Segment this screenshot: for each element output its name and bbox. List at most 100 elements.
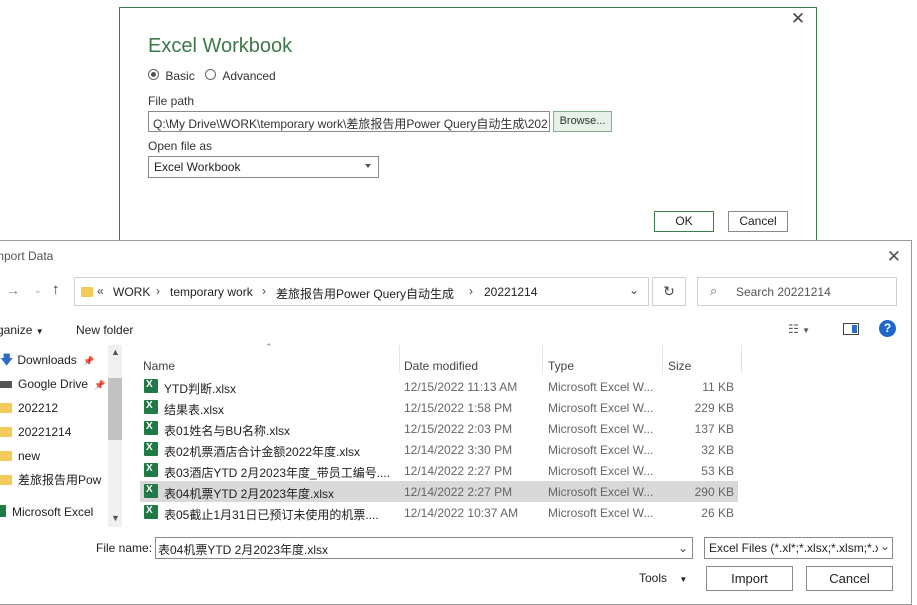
cancel-button[interactable]: Cancel [806,566,893,591]
file-type-cell: Microsoft Excel W... [548,380,654,394]
chevron-down-icon[interactable]: ⌄ [678,541,688,555]
open-as-select[interactable]: Excel Workbook [148,156,379,178]
address-bar[interactable]: « WORK › temporary work › 差旅报告用Power Que… [74,277,649,306]
excel-file-icon [144,463,158,477]
file-name-cell: 表01姓名与BU名称.xlsx [164,424,291,438]
close-icon[interactable]: ✕ [887,247,901,267]
file-row[interactable]: YTD判断.xlsx 12/15/2022 11:13 AM Microsoft E… [140,376,738,397]
tree-item-google-drive[interactable]: Google Drive 📌 [0,373,106,395]
browse-button[interactable]: Browse... [553,111,612,132]
file-date-cell: 12/14/2022 10:37 AM [404,506,519,520]
file-row[interactable]: 表04机票YTD 2月2023年度.xlsx 12/14/2022 2:27 PM… [140,481,738,502]
tree-item-label: 202212 [18,401,59,415]
column-header-size[interactable]: Size [668,359,691,373]
import-data-dialog: mport Data ✕ → ⌄ ↑ « WORK › temporary wo… [0,240,912,605]
dropdown-caret-icon: ▼ [679,575,688,584]
preview-pane-icon[interactable] [843,323,859,335]
folder-icon [0,427,12,437]
breadcrumb-item-temporary-work[interactable]: temporary work [170,285,253,299]
breadcrumb-item-report-folder[interactable]: 差旅报告用Power Query自动生成 [276,285,454,302]
breadcrumb-overflow[interactable]: « [97,284,104,298]
tree-item-20221214[interactable]: 20221214 [0,421,71,443]
breadcrumb-item-work[interactable]: WORK [113,285,150,299]
scrollbar-thumb[interactable] [108,378,122,440]
tools-menu[interactable]: Tools ▼ [639,571,687,585]
radio-selected-icon[interactable] [148,69,159,80]
tree-item-report-folder[interactable]: 差旅报告用Pow [0,469,101,491]
file-date-cell: 12/15/2022 11:13 AM [404,380,518,394]
tools-label: Tools [639,571,668,585]
excel-file-icon [144,505,158,519]
close-icon[interactable]: ✕ [790,10,806,27]
file-size-cell: 26 KB [701,506,734,520]
tree-item-new[interactable]: new [0,445,40,467]
column-divider[interactable] [542,345,543,373]
mode-basic-radio[interactable]: Basic [148,69,195,83]
tree-item-202212[interactable]: 202212 [0,397,58,419]
tree-item-downloads[interactable]: 🡇 Downloads 📌 [0,349,94,371]
file-row[interactable]: 结果表.xlsx 12/15/2022 1:58 PM Microsoft Exce… [140,397,738,418]
ok-button[interactable]: OK [654,211,714,232]
file-row[interactable]: 表03酒店YTD 2月2023年度_带员工编号.... 12/14/2022 2:… [140,460,738,481]
file-size-cell: 53 KB [701,464,734,478]
chevron-down-icon[interactable]: ⌄ [878,539,893,553]
new-folder-button[interactable]: New folder [76,323,133,337]
file-size-cell: 137 KB [694,422,734,436]
organize-menu[interactable]: ganize ▼ [0,323,44,337]
file-row[interactable]: 表02机票酒店合计金额2022年度.xlsx 12/14/2022 3:30 PM… [140,439,738,460]
column-divider[interactable] [399,345,400,373]
mode-basic-label: Basic [165,69,195,83]
up-arrow-icon[interactable]: ↑ [52,281,60,298]
scroll-up-icon[interactable]: ▲ [111,347,120,357]
radio-unselected-icon[interactable] [205,69,216,80]
file-type-cell: Microsoft Excel W... [548,464,654,478]
tree-item-label: new [18,449,41,463]
breadcrumb-item-current[interactable]: 20221214 [484,285,537,299]
file-name-cell: 表04机票YTD 2月2023年度.xlsx [164,487,335,501]
file-row[interactable]: 表05截止1月31日已预订未使用的机票.... 12/14/2022 10:37 … [140,502,738,523]
tree-item-label: Google Drive [18,377,89,391]
file-name-cell: 表02机票酒店合计金额2022年度.xlsx [164,445,361,459]
column-header-name[interactable]: Name [143,359,175,373]
view-options-icon[interactable]: ☷ ▼ [788,322,810,336]
cancel-button[interactable]: Cancel [728,211,788,232]
column-divider[interactable] [662,345,663,373]
file-path-input[interactable]: Q:\My Drive\WORK\temporary work\差旅报告用Pow… [148,111,550,132]
chevron-down-icon[interactable]: ⌄ [629,283,639,297]
search-placeholder: Search 20221214 [736,285,831,299]
navigation-pane: 🡇 Downloads 📌 Google Drive 📌 202212 20221… [0,345,107,527]
file-row[interactable]: 表01姓名与BU名称.xlsx 12/15/2022 2:03 PM Microso… [140,418,738,439]
file-date-cell: 12/14/2022 2:27 PM [404,485,513,499]
file-name-input[interactable]: 表04机票YTD 2月2023年度.xlsx ⌄ [155,537,693,559]
tree-item-label: Downloads [17,353,77,367]
pin-icon: 📌 [83,356,95,366]
tree-item-label: 差旅报告用Pow [18,473,102,487]
command-bar: ganize ▼ New folder ☷ ▼ ? [0,316,911,346]
file-type-value: Excel Files (*.xl*;*.xlsx;*.xlsm;*.x [709,541,882,555]
folder-icon [0,475,12,485]
chevron-down-icon [365,164,371,168]
download-icon: 🡇 [0,352,14,367]
mode-advanced-radio[interactable]: Advanced [205,69,276,83]
column-header-date[interactable]: Date modified [404,359,478,373]
column-divider[interactable] [741,345,742,373]
search-input[interactable]: ⌕ Search 20221214 [697,277,897,306]
file-type-cell: Microsoft Excel W... [548,443,654,457]
mode-advanced-label: Advanced [222,69,276,83]
import-button[interactable]: Import [706,566,793,591]
file-date-cell: 12/14/2022 2:27 PM [404,464,513,478]
file-name-cell: 结果表.xlsx [164,403,225,417]
help-icon[interactable]: ? [879,320,896,337]
column-header-type[interactable]: Type [548,359,574,373]
back-arrow-icon[interactable]: → [6,282,20,298]
excel-file-icon [144,421,158,435]
refresh-icon[interactable]: ↻ [652,277,686,306]
chevron-right-icon: › [262,284,266,298]
tree-item-microsoft-excel[interactable]: Microsoft Excel [0,501,93,523]
scroll-down-icon[interactable]: ▼ [111,513,120,523]
drive-icon [0,381,12,388]
file-type-select[interactable]: Excel Files (*.xl*;*.xlsx;*.xlsm;*.x [704,537,893,559]
recent-chevron-icon[interactable]: ⌄ [34,285,42,296]
folder-icon [0,403,12,413]
folder-icon [81,287,93,297]
